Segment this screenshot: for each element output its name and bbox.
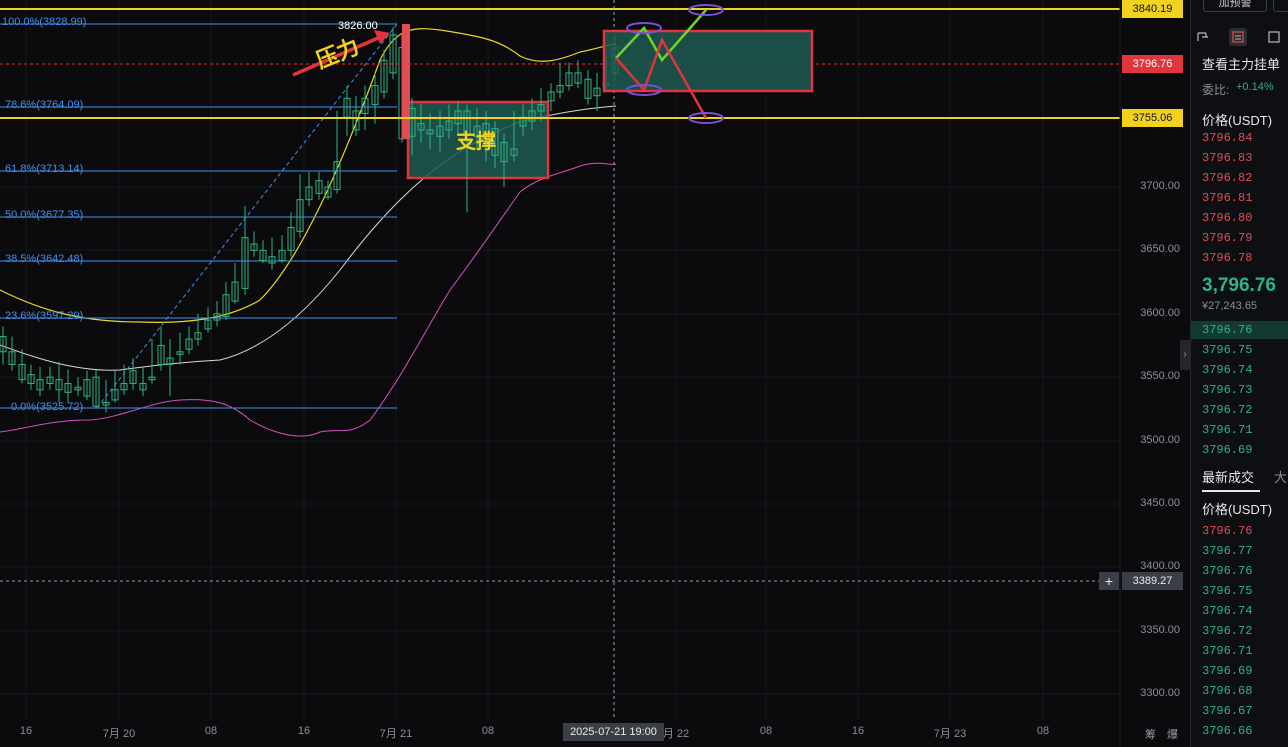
trade-row: 3796.75: [1202, 584, 1253, 598]
trades-tab[interactable]: 最新成交: [1202, 467, 1254, 486]
trade-row: 3796.66: [1202, 724, 1253, 738]
ask-row[interactable]: 3796.78: [1202, 251, 1252, 265]
support-annotation: 支撑: [456, 131, 496, 153]
layout-bids-icon[interactable]: [1267, 30, 1281, 44]
fib-level-label: 61.8%(3713.14): [5, 163, 84, 175]
price-axis-label: 3300.00: [1140, 687, 1180, 699]
bottom-level-price-tag: 3755.06: [1122, 109, 1183, 127]
trade-row: 3796.77: [1202, 544, 1253, 558]
price-axis-label: 3400.00: [1140, 560, 1180, 572]
add-alert-button[interactable]: 加预警: [1203, 0, 1267, 12]
lower-band: [0, 162, 617, 437]
orderbook-panel: 加预警 查看主力挂单 委比: +0.14% 价格(USDT) 3796.84 37…: [1190, 0, 1288, 747]
bid-row[interactable]: 3796.74: [1202, 363, 1252, 377]
bid-row[interactable]: 3796.75: [1202, 343, 1252, 357]
time-axis-label: 16: [297, 725, 311, 737]
last-price: 3,796.76: [1202, 275, 1276, 296]
trade-row: 3796.68: [1202, 684, 1253, 698]
ask-row[interactable]: 3796.83: [1202, 151, 1252, 165]
fib-level-label: 50.0%(3677.35): [5, 209, 84, 221]
projection-box: [602, 29, 814, 93]
price-axis-label: 3650.00: [1140, 243, 1180, 255]
price-axis-label: 3450.00: [1140, 497, 1180, 509]
time-axis-label: 08: [759, 725, 773, 737]
collapse-panel-icon[interactable]: ›: [1180, 340, 1190, 370]
trade-row: 3796.69: [1202, 664, 1253, 678]
time-axis-label: 7月 21: [379, 728, 413, 740]
bid-row[interactable]: 3796.71: [1202, 423, 1252, 437]
crosshair-time-tag: 2025-07-21 19:00: [563, 723, 664, 741]
trade-row: 3796.76: [1202, 524, 1253, 538]
last-price-cny: ¥27,243.65: [1202, 300, 1258, 312]
ask-row[interactable]: 3796.84: [1202, 131, 1252, 145]
bid-row[interactable]: 3796.76: [1202, 323, 1252, 337]
price-axis-label: 3700.00: [1140, 180, 1180, 192]
trade-row: 3796.67: [1202, 704, 1253, 718]
chip-button[interactable]: 筹: [1145, 726, 1156, 742]
trade-row: 3796.71: [1202, 644, 1253, 658]
time-axis-label: 7月 20: [102, 728, 136, 740]
current-price-tag: 3796.76: [1122, 55, 1183, 73]
time-axis-label: 16: [19, 725, 33, 737]
layout-asks-icon[interactable]: [1229, 28, 1247, 46]
fib-level-label: 38.5%(3642.48): [5, 253, 84, 265]
fib-level-label: 78.6%(3764.09): [5, 99, 84, 111]
chart-canvas[interactable]: [0, 0, 1190, 747]
price-axis-label: 3500.00: [1140, 434, 1180, 446]
time-axis-label: 7月 23: [933, 728, 967, 740]
ratio-label: 委比:: [1202, 83, 1230, 97]
time-axis-label: 16: [851, 725, 865, 737]
bid-row[interactable]: 3796.69: [1202, 443, 1252, 457]
fib-level-label: 0.0%(3525.72): [11, 401, 84, 413]
add-alert-plus-icon[interactable]: +: [1099, 572, 1119, 590]
time-axis-label: 08: [481, 725, 495, 737]
ask-row[interactable]: 3796.80: [1202, 211, 1252, 225]
time-axis-label: 08: [1036, 725, 1050, 737]
high-marker: 3826.00: [338, 20, 378, 32]
crosshair-price-tag: 3389.27: [1122, 572, 1183, 590]
ask-row[interactable]: 3796.82: [1202, 171, 1252, 185]
drop-candle: [402, 24, 410, 139]
more-button[interactable]: [1273, 0, 1288, 12]
liquidation-button[interactable]: 爆: [1167, 726, 1178, 742]
trades-header: 价格(USDT): [1202, 502, 1273, 517]
ask-row[interactable]: 3796.81: [1202, 191, 1252, 205]
bid-row[interactable]: 3796.72: [1202, 403, 1252, 417]
fib-level-label: 100.0%(3828.99): [2, 16, 87, 28]
kline-chart[interactable]: 100.0%(3828.99) 78.6%(3764.09) 61.8%(3713.…: [0, 0, 1190, 747]
time-axis-label: 08: [204, 725, 218, 737]
trades-tab-underline: [1202, 490, 1260, 492]
top-level-price-tag: 3840.19: [1122, 0, 1183, 18]
trade-row: 3796.76: [1202, 564, 1253, 578]
price-axis-label: 3550.00: [1140, 370, 1180, 382]
ask-row[interactable]: 3796.79: [1202, 231, 1252, 245]
price-axis-label: 3600.00: [1140, 307, 1180, 319]
bid-row[interactable]: 3796.73: [1202, 383, 1252, 397]
trade-row: 3796.72: [1202, 624, 1253, 638]
layout-both-icon[interactable]: [1196, 30, 1210, 44]
trade-row: 3796.74: [1202, 604, 1253, 618]
trades-tab-large[interactable]: 大: [1274, 467, 1287, 486]
time-axis-label: 月 22: [662, 728, 690, 740]
price-axis-label: 3350.00: [1140, 624, 1180, 636]
fib-level-label: 23.6%(3597.29): [5, 310, 84, 322]
orderbook-title[interactable]: 查看主力挂单: [1202, 54, 1280, 73]
ratio-value: +0.14%: [1236, 81, 1274, 93]
price-header: 价格(USDT): [1202, 113, 1273, 128]
